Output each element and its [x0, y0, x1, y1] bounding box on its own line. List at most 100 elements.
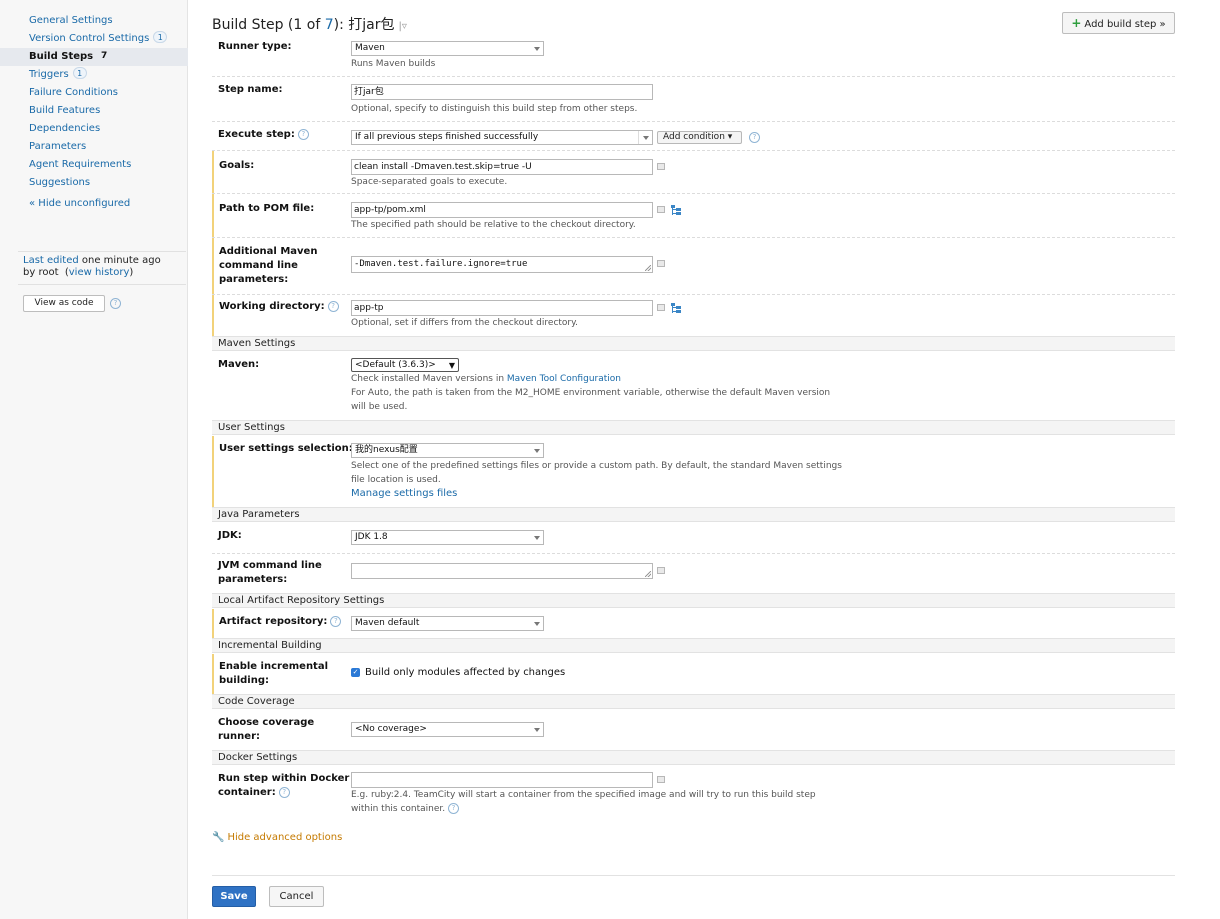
pom-path-value: app-tp/pom.xml [354, 205, 426, 215]
jdk-select[interactable]: JDK 1.8 [351, 530, 544, 545]
step-name-input[interactable]: 打jar包 [351, 84, 653, 100]
add-build-step-button[interactable]: + Add build step » [1062, 12, 1175, 34]
sidebar-item-general-settings[interactable]: General Settings [0, 12, 188, 30]
additional-params-textarea[interactable]: -Dmaven.test.failure.ignore=true [351, 256, 653, 273]
section-code-coverage: Code Coverage [212, 694, 1175, 709]
cancel-button[interactable]: Cancel [269, 886, 324, 907]
row-divider [212, 294, 1175, 295]
artifact-repository-select[interactable]: Maven default [351, 616, 544, 631]
resize-handle[interactable] [645, 265, 651, 271]
resize-handle[interactable] [645, 571, 651, 577]
help-icon[interactable]: ? [330, 615, 342, 627]
additional-params-value: -Dmaven.test.failure.ignore=true [354, 259, 528, 269]
add-condition-button[interactable]: Add condition ▾ [657, 131, 742, 144]
add-build-step-label: Add build step » [1084, 19, 1166, 30]
user-settings-select[interactable]: 我的nexus配置 [351, 443, 544, 458]
execute-step-select[interactable]: If all previous steps finished successfu… [351, 130, 653, 145]
row-divider [212, 76, 1175, 77]
step-name-hint: Optional, specify to distinguish this bu… [351, 104, 638, 114]
save-button[interactable]: Save [212, 886, 256, 907]
last-edited-info: Last edited one minute ago by root (view… [23, 255, 161, 278]
title-prefix: Build Step ( [212, 17, 294, 33]
hide-advanced-options-link[interactable]: 🔧 Hide advanced options [212, 832, 342, 843]
hide-advanced-options-label: Hide advanced options [227, 832, 343, 843]
jdk-label: JDK: [218, 530, 242, 541]
help-icon[interactable]: ? [448, 803, 459, 814]
vcs-tree-icon[interactable] [671, 205, 682, 215]
chevron-down-icon: ▾ [724, 132, 733, 142]
row-divider [212, 193, 1175, 194]
goals-input[interactable]: clean install -Dmaven.test.skip=true -U [351, 159, 653, 175]
sidebar-divider [18, 284, 186, 285]
sidebar-item-parameters[interactable]: Parameters [0, 138, 188, 156]
modified-indicator [212, 609, 214, 638]
sidebar-item-label: Suggestions [29, 177, 91, 188]
help-icon[interactable]: ? [749, 132, 760, 143]
additional-params-label-line: Additional Maven [219, 246, 318, 257]
footer-divider [212, 875, 1175, 876]
expand-editor-icon[interactable] [657, 567, 665, 574]
step-switcher-chevron-icon[interactable]: |▿ [399, 21, 407, 32]
expand-editor-icon[interactable] [657, 206, 665, 213]
view-history-link[interactable]: view history [69, 267, 130, 278]
execute-step-label: Execute step:? [218, 128, 309, 142]
manage-settings-files-link[interactable]: Manage settings files [351, 487, 457, 501]
maven-hint-text: Check installed Maven versions in [351, 374, 507, 384]
sidebar-item-dependencies[interactable]: Dependencies [0, 120, 188, 138]
pom-path-input[interactable]: app-tp/pom.xml [351, 202, 653, 218]
working-dir-input[interactable]: app-tp [351, 300, 653, 316]
coverage-label-line: Choose coverage [218, 717, 315, 728]
last-edited-link[interactable]: Last edited [23, 255, 79, 266]
wrench-icon: 🔧 [212, 832, 225, 843]
expand-editor-icon[interactable] [657, 163, 665, 170]
help-icon[interactable]: ? [278, 786, 290, 798]
docker-image-input[interactable] [351, 772, 653, 788]
additional-params-label-line: parameters: [219, 274, 289, 285]
title-step-total-link[interactable]: 7 [325, 17, 334, 33]
artifact-repository-label: Artifact repository:? [219, 615, 342, 629]
working-dir-label-text: Working directory: [219, 301, 325, 312]
sidebar-item-build-steps[interactable]: Build Steps 7 [0, 48, 188, 66]
pom-path-hint: The specified path should be relative to… [351, 220, 636, 230]
sidebar-item-agent-requirements[interactable]: Agent Requirements [0, 156, 188, 174]
view-as-code-button[interactable]: View as code [23, 295, 105, 312]
page-title: Build Step (1 of 7): 打jar包 |▿ [212, 14, 407, 34]
count-badge: 7 [100, 51, 108, 61]
sidebar-item-failure-conditions[interactable]: Failure Conditions [0, 84, 188, 102]
jvm-params-textarea[interactable] [351, 563, 653, 579]
incremental-checkbox[interactable]: ✓ [351, 668, 360, 677]
docker-container-label-line: Run step within Docker [218, 773, 350, 784]
sidebar-item-label: Dependencies [29, 123, 101, 134]
sidebar-item-build-features[interactable]: Build Features [0, 102, 188, 120]
expand-editor-icon[interactable] [657, 776, 665, 783]
help-icon[interactable]: ? [327, 300, 339, 312]
expand-editor-icon[interactable] [657, 304, 665, 311]
sidebar-item-version-control-settings[interactable]: Version Control Settings 1 [0, 30, 188, 48]
user-settings-hint: Select one of the predefined settings fi… [351, 461, 842, 471]
sidebar-item-label: Build Features [29, 105, 101, 116]
modified-indicator [212, 436, 214, 508]
maven-version-select[interactable]: <Default (3.6.3)> ▼ [351, 358, 459, 372]
row-divider [212, 237, 1175, 238]
expand-editor-icon[interactable] [657, 260, 665, 267]
section-maven-settings: Maven Settings [212, 336, 1175, 351]
last-edited-user: by root [23, 267, 59, 278]
coverage-label: Choose coverage runner: [218, 716, 314, 744]
help-icon[interactable]: ? [297, 128, 309, 140]
maven-tool-config-link[interactable]: Maven Tool Configuration [507, 374, 621, 384]
runner-type-select[interactable]: Maven [351, 41, 544, 56]
coverage-runner-select[interactable]: <No coverage> [351, 722, 544, 737]
sidebar-item-label: Agent Requirements [29, 159, 132, 170]
help-icon[interactable]: ? [110, 298, 121, 309]
hide-unconfigured-link[interactable]: « Hide unconfigured [29, 198, 130, 209]
working-dir-label: Working directory:? [219, 300, 339, 314]
sidebar-item-label: Failure Conditions [29, 87, 119, 98]
sidebar-item-triggers[interactable]: Triggers 1 [0, 66, 188, 84]
incremental-label-line: building: [219, 675, 269, 686]
maven-version-value: <Default (3.6.3)> [355, 360, 436, 370]
user-settings-hint-2: file location is used. [351, 475, 441, 485]
incremental-checkbox-label[interactable]: Build only modules affected by changes [365, 667, 565, 679]
vcs-tree-icon[interactable] [671, 303, 682, 313]
sidebar-item-suggestions[interactable]: Suggestions [0, 174, 188, 192]
additional-params-label-line: command line [219, 260, 298, 271]
